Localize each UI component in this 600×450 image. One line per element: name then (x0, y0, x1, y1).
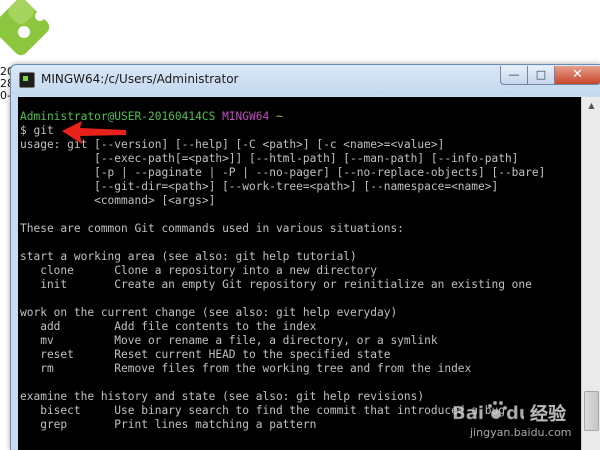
mingw-terminal-icon[interactable] (19, 72, 35, 88)
watermark-url: jingyan.baidu.com (470, 426, 572, 439)
watermark: Bai du 经验 jingyan.baidu.com (452, 386, 600, 446)
svg-text:du: du (506, 403, 524, 424)
output-line: init Create an empty Git repository or r… (20, 278, 532, 291)
output-line: clone Clone a repository into a new dire… (20, 264, 377, 277)
baidu-paw-logo: Bai du (452, 400, 524, 424)
output-line: add Add file contents to the index (20, 320, 317, 333)
output-line: [-p | --paginate | -P | --no-pager] [--n… (20, 166, 546, 179)
output-line: [--exec-path[=<path>]] [--html-path] [--… (20, 152, 519, 165)
prompt-path: ~ (275, 110, 283, 123)
screen: 20 28 0-0 MINGW64:/c/Users/Administrator… (0, 0, 600, 450)
window-titlebar[interactable]: MINGW64:/c/Users/Administrator — □ ✕ (11, 65, 600, 95)
output-line: start a working area (see also: git help… (20, 250, 357, 263)
git-app-icon[interactable] (0, 0, 52, 58)
minimize-button[interactable]: — (500, 66, 528, 85)
red-arrow-icon (62, 121, 126, 144)
output-line: [--git-dir=<path>] [--work-tree=<path>] … (20, 180, 499, 193)
window-title: MINGW64:/c/Users/Administrator (41, 72, 239, 86)
output-line: rm Remove files from the working tree an… (20, 362, 472, 375)
output-line: These are common Git commands used in va… (20, 222, 404, 235)
maximize-button[interactable]: □ (527, 66, 555, 85)
watermark-brand: 经验 (530, 404, 566, 425)
output-line: work on the current change (see also: gi… (20, 306, 398, 319)
close-button[interactable]: ✕ (554, 66, 600, 85)
output-line: reset Reset current HEAD to the specifie… (20, 348, 391, 361)
scroll-up-arrow-icon[interactable]: ▲ (582, 97, 600, 114)
svg-text:Bai: Bai (452, 403, 484, 424)
prompt-env: MINGW64 (222, 110, 270, 123)
output-line: mv Move or rename a file, a directory, o… (20, 334, 438, 347)
output-line: <command> [<args>] (20, 194, 216, 207)
